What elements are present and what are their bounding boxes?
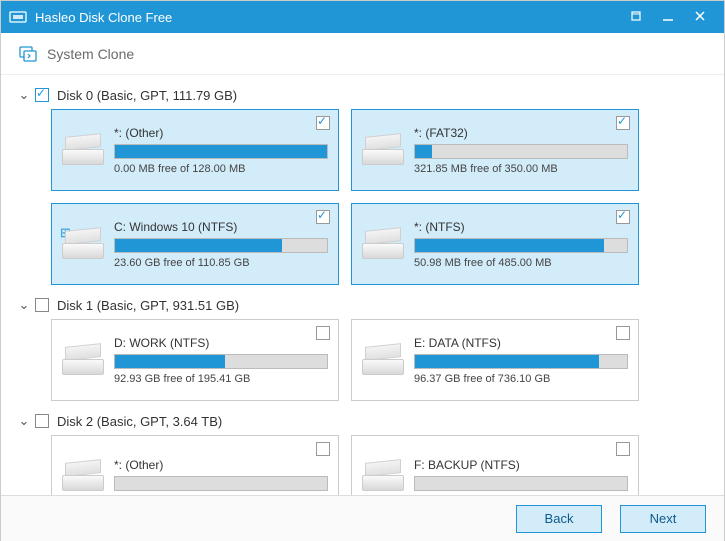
- app-logo-icon: [9, 8, 27, 26]
- disk-icon: [62, 339, 104, 381]
- usage-bar: [114, 476, 328, 491]
- partition-name: D: WORK (NTFS): [114, 336, 328, 350]
- partition-checkbox[interactable]: [616, 210, 630, 224]
- partition-card[interactable]: F: BACKUP (NTFS): [351, 435, 639, 495]
- partition-name: *: (FAT32): [414, 126, 628, 140]
- page-header: System Clone: [1, 33, 724, 75]
- disk-icon: [362, 455, 404, 495]
- minimize-icon[interactable]: [652, 9, 684, 25]
- disk-icon: [362, 223, 404, 265]
- chevron-down-icon[interactable]: ⌄: [17, 413, 31, 429]
- partition-checkbox[interactable]: [616, 442, 630, 456]
- restore-icon[interactable]: [620, 9, 652, 25]
- partition-name: *: (Other): [114, 458, 328, 472]
- partition-card[interactable]: ⊞ C: Windows 10 (NTFS) 23.60 GB free of 11…: [51, 203, 339, 285]
- partition-card[interactable]: *: (FAT32) 321.85 MB free of 350.00 MB: [351, 109, 639, 191]
- usage-bar: [414, 238, 628, 253]
- partition-name: *: (NTFS): [414, 220, 628, 234]
- partition-name: C: Windows 10 (NTFS): [114, 220, 328, 234]
- back-button[interactable]: Back: [516, 505, 602, 533]
- disk-checkbox[interactable]: [35, 298, 49, 312]
- usage-bar: [414, 354, 628, 369]
- disk-list[interactable]: ⌄ Disk 0 (Basic, GPT, 111.79 GB) *: (Other…: [1, 75, 724, 495]
- disk-row: ⌄ Disk 0 (Basic, GPT, 111.79 GB): [17, 87, 704, 103]
- partition-card[interactable]: *: (NTFS) 50.98 MB free of 485.00 MB: [351, 203, 639, 285]
- partition-free: 92.93 GB free of 195.41 GB: [114, 373, 328, 385]
- partition-name: *: (Other): [114, 126, 328, 140]
- partition-checkbox[interactable]: [616, 116, 630, 130]
- window-title: Hasleo Disk Clone Free: [35, 10, 620, 25]
- partition-checkbox[interactable]: [316, 116, 330, 130]
- partition-checkbox[interactable]: [316, 326, 330, 340]
- close-icon[interactable]: [684, 9, 716, 25]
- page-title: System Clone: [47, 46, 134, 62]
- usage-bar: [414, 144, 628, 159]
- partition-grid: D: WORK (NTFS) 92.93 GB free of 195.41 GB…: [51, 319, 704, 401]
- partition-card[interactable]: E: DATA (NTFS) 96.37 GB free of 736.10 GB: [351, 319, 639, 401]
- disk-row: ⌄ Disk 1 (Basic, GPT, 931.51 GB): [17, 297, 704, 313]
- disk-icon: [362, 339, 404, 381]
- partition-name: F: BACKUP (NTFS): [414, 458, 628, 472]
- usage-bar: [414, 476, 628, 491]
- disk-icon: ⊞: [62, 223, 104, 265]
- chevron-down-icon[interactable]: ⌄: [17, 87, 31, 103]
- disk-label: Disk 2 (Basic, GPT, 3.64 TB): [57, 414, 222, 429]
- disk-icon: [362, 129, 404, 171]
- partition-name: E: DATA (NTFS): [414, 336, 628, 350]
- system-clone-icon: [19, 45, 37, 63]
- usage-bar: [114, 144, 328, 159]
- disk-label: Disk 1 (Basic, GPT, 931.51 GB): [57, 298, 239, 313]
- usage-bar: [114, 354, 328, 369]
- partition-grid: *: (Other) F: BACKUP (NTFS): [51, 435, 704, 495]
- disk-icon: [62, 455, 104, 495]
- footer: Back Next: [1, 495, 724, 541]
- chevron-down-icon[interactable]: ⌄: [17, 297, 31, 313]
- partition-free: 321.85 MB free of 350.00 MB: [414, 163, 628, 175]
- disk-icon: [62, 129, 104, 171]
- partition-checkbox[interactable]: [616, 326, 630, 340]
- disk-checkbox[interactable]: [35, 88, 49, 102]
- partition-card[interactable]: D: WORK (NTFS) 92.93 GB free of 195.41 GB: [51, 319, 339, 401]
- partition-card[interactable]: *: (Other) 0.00 MB free of 128.00 MB: [51, 109, 339, 191]
- disk-label: Disk 0 (Basic, GPT, 111.79 GB): [57, 88, 237, 103]
- disk-row: ⌄ Disk 2 (Basic, GPT, 3.64 TB): [17, 413, 704, 429]
- titlebar: Hasleo Disk Clone Free: [1, 1, 724, 33]
- partition-free: 50.98 MB free of 485.00 MB: [414, 257, 628, 269]
- partition-card[interactable]: *: (Other): [51, 435, 339, 495]
- partition-free: 96.37 GB free of 736.10 GB: [414, 373, 628, 385]
- partition-grid: *: (Other) 0.00 MB free of 128.00 MB *: (F…: [51, 109, 704, 285]
- partition-free: 23.60 GB free of 110.85 GB: [114, 257, 328, 269]
- usage-bar: [114, 238, 328, 253]
- partition-checkbox[interactable]: [316, 210, 330, 224]
- partition-free: 0.00 MB free of 128.00 MB: [114, 163, 328, 175]
- partition-checkbox[interactable]: [316, 442, 330, 456]
- next-button[interactable]: Next: [620, 505, 706, 533]
- disk-checkbox[interactable]: [35, 414, 49, 428]
